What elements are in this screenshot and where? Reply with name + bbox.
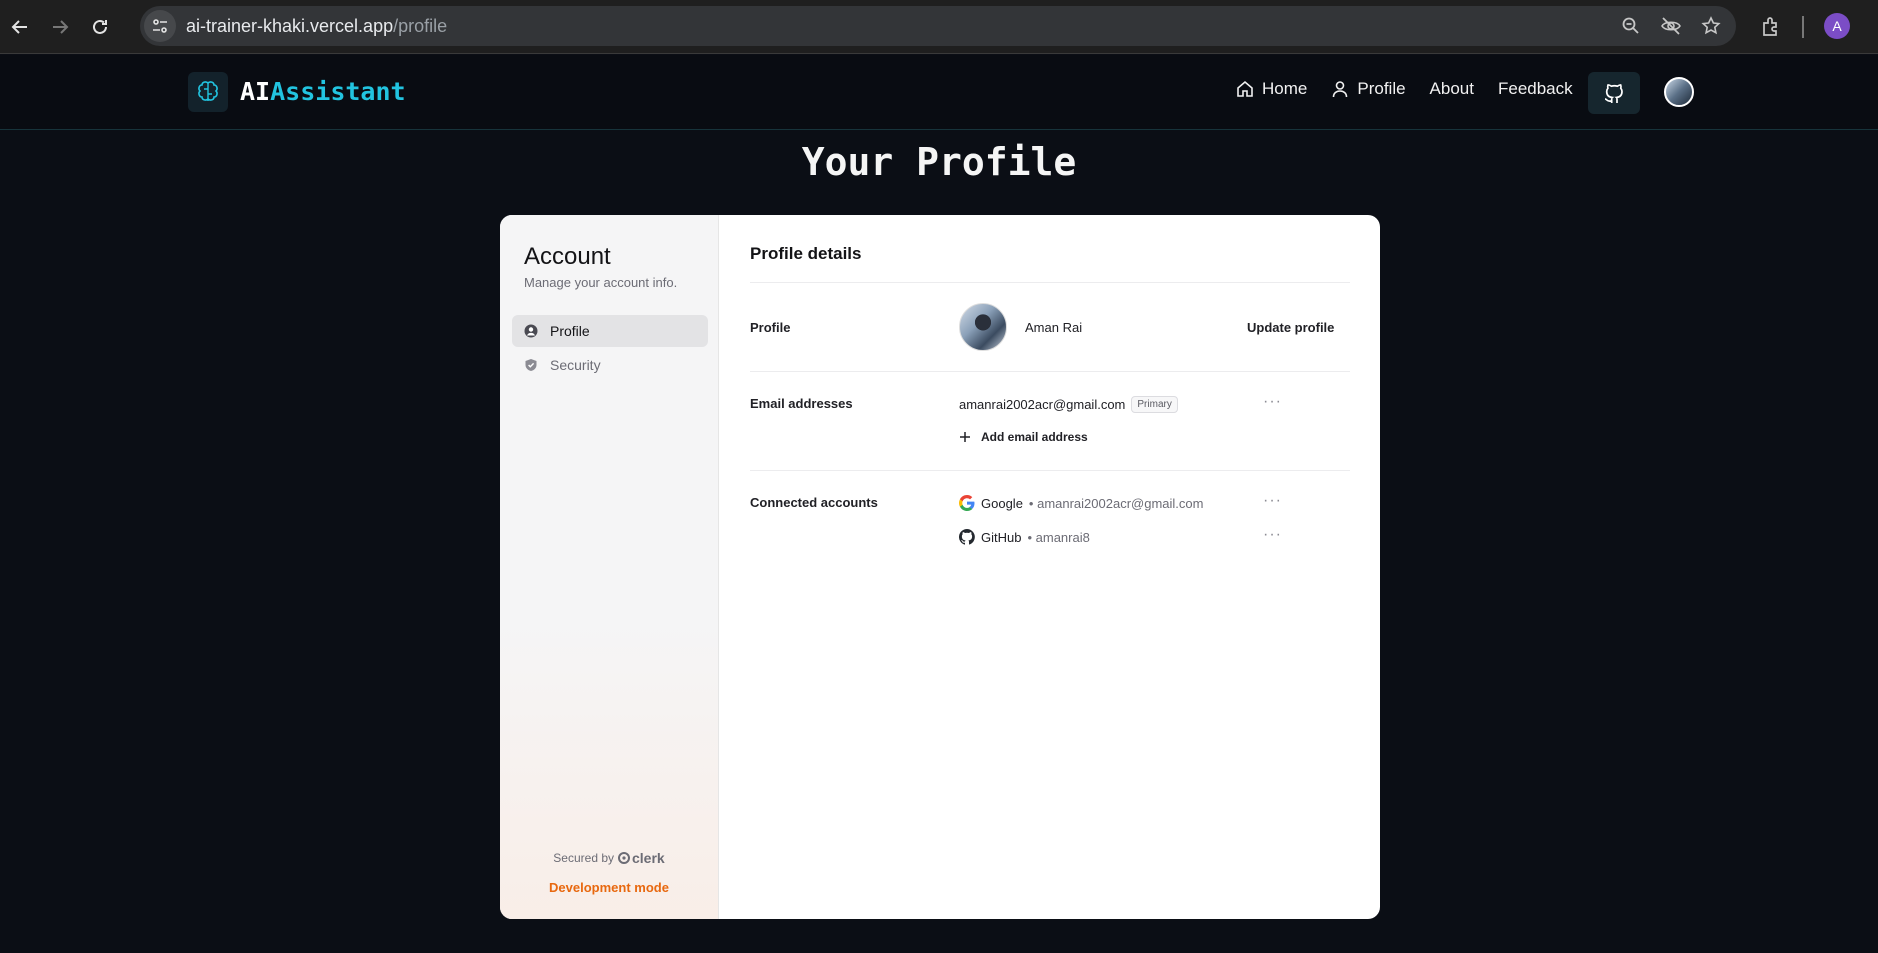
home-icon [1237, 80, 1253, 97]
divider [750, 470, 1350, 471]
plus-icon [960, 432, 970, 442]
divider [750, 371, 1350, 372]
reload-button[interactable] [80, 7, 120, 47]
app-header: AIAssistant Home Profile About Feedback [0, 55, 1878, 130]
github-more-button[interactable]: ··· [1263, 526, 1282, 544]
profile-name: Aman Rai [1025, 320, 1083, 335]
github-button[interactable] [1588, 72, 1640, 114]
reload-icon [93, 19, 107, 34]
secured-by-text: Secured by [553, 851, 614, 865]
arrow-left-icon [11, 19, 27, 34]
main-nav: Home Profile About Feedback [1236, 79, 1597, 99]
user-circle-icon [524, 324, 538, 338]
back-button[interactable] [0, 7, 40, 47]
clerk-brand-text: clerk [632, 850, 665, 866]
email-row-label: Email addresses [750, 396, 853, 411]
github-account-detail: • amanrai8 [1027, 529, 1090, 545]
logo-text-assistant: Assistant [270, 77, 406, 106]
url-text: ai-trainer-khaki.vercel.app/profile [186, 16, 447, 37]
account-subtitle: Manage your account info. [524, 275, 678, 290]
add-email-button[interactable]: Add email address [959, 430, 1088, 444]
site-info-button[interactable] [144, 10, 176, 42]
eye-off-icon[interactable] [1658, 13, 1684, 39]
connected-accounts-label: Connected accounts [750, 495, 878, 510]
google-more-button[interactable]: ··· [1263, 492, 1282, 510]
sidebar-gradient [500, 619, 718, 919]
update-profile-button[interactable]: Update profile [1247, 320, 1334, 335]
account-title: Account [524, 243, 611, 270]
clerk-logo[interactable]: clerk [618, 850, 665, 866]
zoom-icon[interactable] [1618, 13, 1644, 39]
browser-toolbar: ai-trainer-khaki.vercel.app/profile A [0, 0, 1878, 54]
connected-account-github: GitHub • amanrai8 [959, 529, 1090, 545]
page-title: Your Profile [801, 140, 1077, 184]
profile-avatar [959, 303, 1007, 351]
user-profile-card: Account Manage your account info. Profil… [500, 215, 1380, 919]
arrow-right-icon [53, 19, 69, 34]
nav-home-label: Home [1262, 79, 1308, 98]
secured-by-footer: Secured by clerk [500, 850, 718, 866]
nav-profile-label: Profile [1357, 79, 1406, 98]
divider [750, 282, 1350, 283]
app-logo[interactable]: AIAssistant [240, 77, 406, 106]
user-icon [1333, 81, 1348, 98]
google-account-detail: • amanrai2002acr@gmail.com [1028, 495, 1204, 511]
toolbar-separator [1802, 16, 1804, 38]
logo-text-ai: AI [240, 77, 271, 106]
add-email-label: Add email address [981, 430, 1088, 444]
nav-profile[interactable]: Profile [1331, 79, 1406, 99]
sidebar-item-label: Profile [550, 323, 590, 339]
profile-details-panel: Profile details Profile Aman Rai Update … [719, 215, 1380, 919]
browser-profile-avatar[interactable]: A [1824, 13, 1850, 39]
development-mode-label: Development mode [549, 880, 669, 895]
user-avatar[interactable] [1664, 77, 1694, 107]
google-icon [959, 495, 975, 511]
nav-home[interactable]: Home [1236, 79, 1307, 99]
github-icon [1604, 84, 1623, 103]
forward-button[interactable] [40, 7, 80, 47]
connected-account-google: Google • amanrai2002acr@gmail.com [959, 495, 1203, 511]
url-host: ai-trainer-khaki.vercel.app [186, 15, 394, 36]
nav-feedback-label: Feedback [1497, 79, 1573, 98]
star-icon[interactable] [1698, 13, 1724, 39]
email-address: amanrai2002acr@gmail.com [959, 397, 1126, 412]
github-provider-label: GitHub [981, 529, 1022, 545]
account-sidebar: Account Manage your account info. Profil… [500, 215, 719, 919]
profile-details-title: Profile details [750, 244, 862, 263]
nav-feedback[interactable]: Feedback [1498, 79, 1573, 99]
sidebar-item-security[interactable]: Security [512, 349, 708, 381]
sidebar-item-profile[interactable]: Profile [512, 315, 708, 347]
github-icon [959, 529, 975, 545]
nav-about[interactable]: About [1430, 79, 1474, 99]
tune-icon [153, 19, 167, 33]
email-more-button[interactable]: ··· [1263, 393, 1282, 411]
primary-badge: Primary [1131, 396, 1178, 413]
brain-icon[interactable] [188, 72, 228, 112]
google-provider-label: Google [981, 495, 1023, 511]
address-bar[interactable]: ai-trainer-khaki.vercel.app/profile [140, 6, 1736, 46]
clerk-icon [618, 852, 630, 864]
nav-about-label: About [1429, 79, 1474, 98]
profile-row-label: Profile [750, 320, 791, 335]
url-path: /profile [393, 15, 448, 36]
email-entry: amanrai2002acr@gmail.com Primary [959, 396, 1178, 413]
shield-icon [525, 359, 537, 371]
sidebar-item-label: Security [550, 357, 601, 373]
extensions-icon[interactable] [1756, 12, 1786, 42]
